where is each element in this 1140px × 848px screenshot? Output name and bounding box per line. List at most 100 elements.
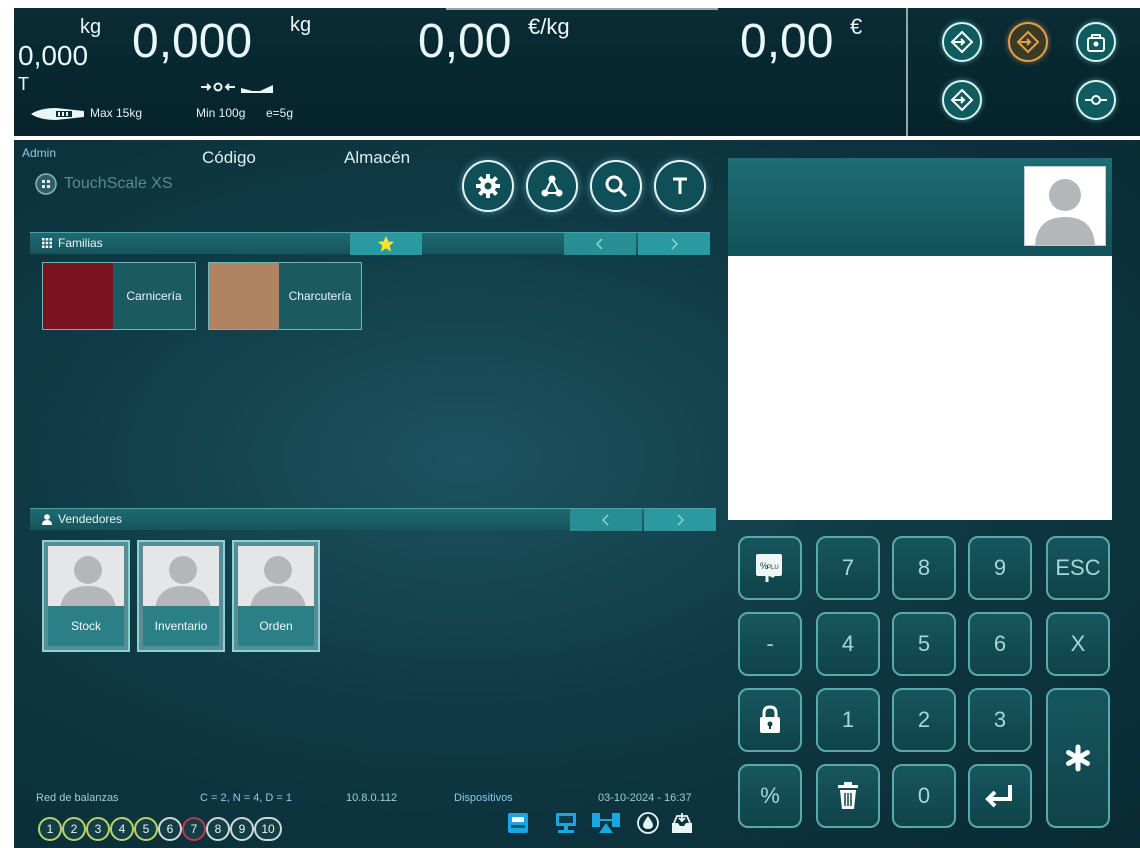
min-capacity-label: Min 100g xyxy=(196,106,246,120)
transfer-active-button[interactable] xyxy=(1008,22,1048,62)
key-5[interactable]: 5 xyxy=(892,612,956,676)
key-8[interactable]: 8 xyxy=(892,536,956,600)
star-icon xyxy=(377,235,395,252)
network-icon xyxy=(541,175,563,197)
division-label: e=5g xyxy=(266,106,294,120)
header-top-divider xyxy=(446,8,718,10)
printer-device-button[interactable] xyxy=(506,810,530,836)
scale-node[interactable]: 5 xyxy=(134,817,158,841)
families-bar: Familias xyxy=(30,232,710,255)
sellers-prev-button[interactable] xyxy=(570,509,642,531)
plu-button[interactable]: % PLU xyxy=(738,536,802,600)
scale-node[interactable]: 8 xyxy=(206,817,230,841)
price-per-kg-unit: €/kg xyxy=(528,14,570,39)
escape-key[interactable]: ESC xyxy=(1046,536,1110,600)
enter-arrow-icon xyxy=(985,785,1012,808)
seller-avatar xyxy=(143,546,219,610)
store-column-label: Almacén xyxy=(344,148,411,167)
enter-key[interactable] xyxy=(968,764,1032,828)
header-vertical-divider xyxy=(906,8,908,136)
datetime-label: 03-10-2024 - 16:37 xyxy=(598,792,692,804)
person-placeholder-icon xyxy=(155,556,211,610)
tare-indicator: T xyxy=(18,74,29,94)
search-button[interactable] xyxy=(590,160,642,212)
network-stats: C = 2, N = 4, D = 1 xyxy=(200,792,293,804)
user-label: Admin xyxy=(22,146,57,160)
key-7[interactable]: 7 xyxy=(816,536,880,600)
family-color-swatch xyxy=(209,263,279,329)
pc-device-button[interactable] xyxy=(554,810,578,836)
code-column-label: Código xyxy=(202,148,256,167)
scale-lock-button[interactable] xyxy=(1076,22,1116,62)
key-3[interactable]: 3 xyxy=(968,688,1032,752)
sellers-header: Vendedores xyxy=(42,512,122,526)
svg-text:PLU: PLU xyxy=(767,565,779,571)
app-logo: TouchScale XS xyxy=(34,172,173,196)
asterisk-key[interactable] xyxy=(1046,688,1110,828)
families-prev-button[interactable] xyxy=(564,233,636,255)
person-placeholder-icon xyxy=(60,556,116,610)
key-9[interactable]: 9 xyxy=(968,536,1032,600)
families-header: Familias xyxy=(42,236,103,250)
seller-name: Stock xyxy=(48,606,124,646)
tare-button[interactable] xyxy=(654,160,706,212)
settings-button[interactable] xyxy=(462,160,514,212)
seller-card[interactable]: Stock xyxy=(42,540,130,652)
seller-photo-box xyxy=(1024,166,1106,246)
weight-small-value: 0,000 xyxy=(18,40,89,71)
main-panel: Admin TouchScale XS Código Almacén Famil… xyxy=(14,140,1140,848)
person-placeholder-icon xyxy=(250,556,306,610)
ticket-printer-icon xyxy=(508,813,528,833)
trash-icon xyxy=(838,782,858,809)
percent-key[interactable]: % xyxy=(738,764,802,828)
key-0[interactable]: 0 xyxy=(892,764,956,828)
grid-icon xyxy=(42,238,52,248)
family-card[interactable]: Charcutería xyxy=(208,262,362,330)
devices-label: Dispositivos xyxy=(454,792,513,804)
families-next-button[interactable] xyxy=(638,233,710,255)
scale-node[interactable]: 9 xyxy=(230,817,254,841)
scale-node[interactable]: 1 xyxy=(38,817,62,841)
transfer-in-icon xyxy=(950,30,974,54)
stable-indicator-icon xyxy=(241,85,273,93)
price-per-kg-value: 0,00 xyxy=(418,15,512,68)
minus-key[interactable]: - xyxy=(738,612,802,676)
scale-node[interactable]: 3 xyxy=(86,817,110,841)
seller-card[interactable]: Inventario xyxy=(137,540,225,652)
family-card[interactable]: Carnicería xyxy=(42,262,196,330)
key-1[interactable]: 1 xyxy=(816,688,880,752)
transfer-active-icon xyxy=(1016,30,1040,54)
sellers-title: Vendedores xyxy=(58,512,123,526)
scale-node[interactable]: 2 xyxy=(62,817,86,841)
sellers-bar: Vendedores xyxy=(30,508,716,531)
key-6[interactable]: 6 xyxy=(968,612,1032,676)
user-icon xyxy=(42,513,52,525)
zero-button[interactable] xyxy=(1076,80,1116,120)
total-price-value: 0,00 xyxy=(740,15,834,68)
transfer-out-button[interactable] xyxy=(942,80,982,120)
seller-card[interactable]: Orden xyxy=(232,540,320,652)
key-2[interactable]: 2 xyxy=(892,688,956,752)
computer-icon xyxy=(556,813,576,833)
scale-node[interactable]: 10 xyxy=(254,817,282,841)
key-4[interactable]: 4 xyxy=(816,612,880,676)
scale-display-header: kg 0,000 T 0,000 kg 0,00 €/kg 0,00 € Max… xyxy=(14,8,1140,136)
seller-avatar xyxy=(48,546,124,610)
transfer-in-button[interactable] xyxy=(942,22,982,62)
favorites-tab[interactable] xyxy=(350,233,422,255)
scale-node[interactable]: 6 xyxy=(158,817,182,841)
gear-icon xyxy=(476,174,500,198)
scale-node[interactable]: 7 xyxy=(182,817,206,841)
network-button[interactable] xyxy=(526,160,578,212)
lock-button[interactable] xyxy=(738,688,802,752)
touchscale-logo-icon xyxy=(35,173,57,195)
sellers-next-button[interactable] xyxy=(644,509,716,531)
scale-node[interactable]: 4 xyxy=(110,817,134,841)
scale-network-label: Red de balanzas xyxy=(36,792,119,804)
scales-device-button[interactable] xyxy=(590,810,622,836)
asterisk-icon xyxy=(1066,744,1090,772)
export-device-button[interactable] xyxy=(670,810,694,836)
delete-button[interactable] xyxy=(816,764,880,828)
multiply-key[interactable]: X xyxy=(1046,612,1110,676)
drop-device-button[interactable] xyxy=(636,810,660,836)
